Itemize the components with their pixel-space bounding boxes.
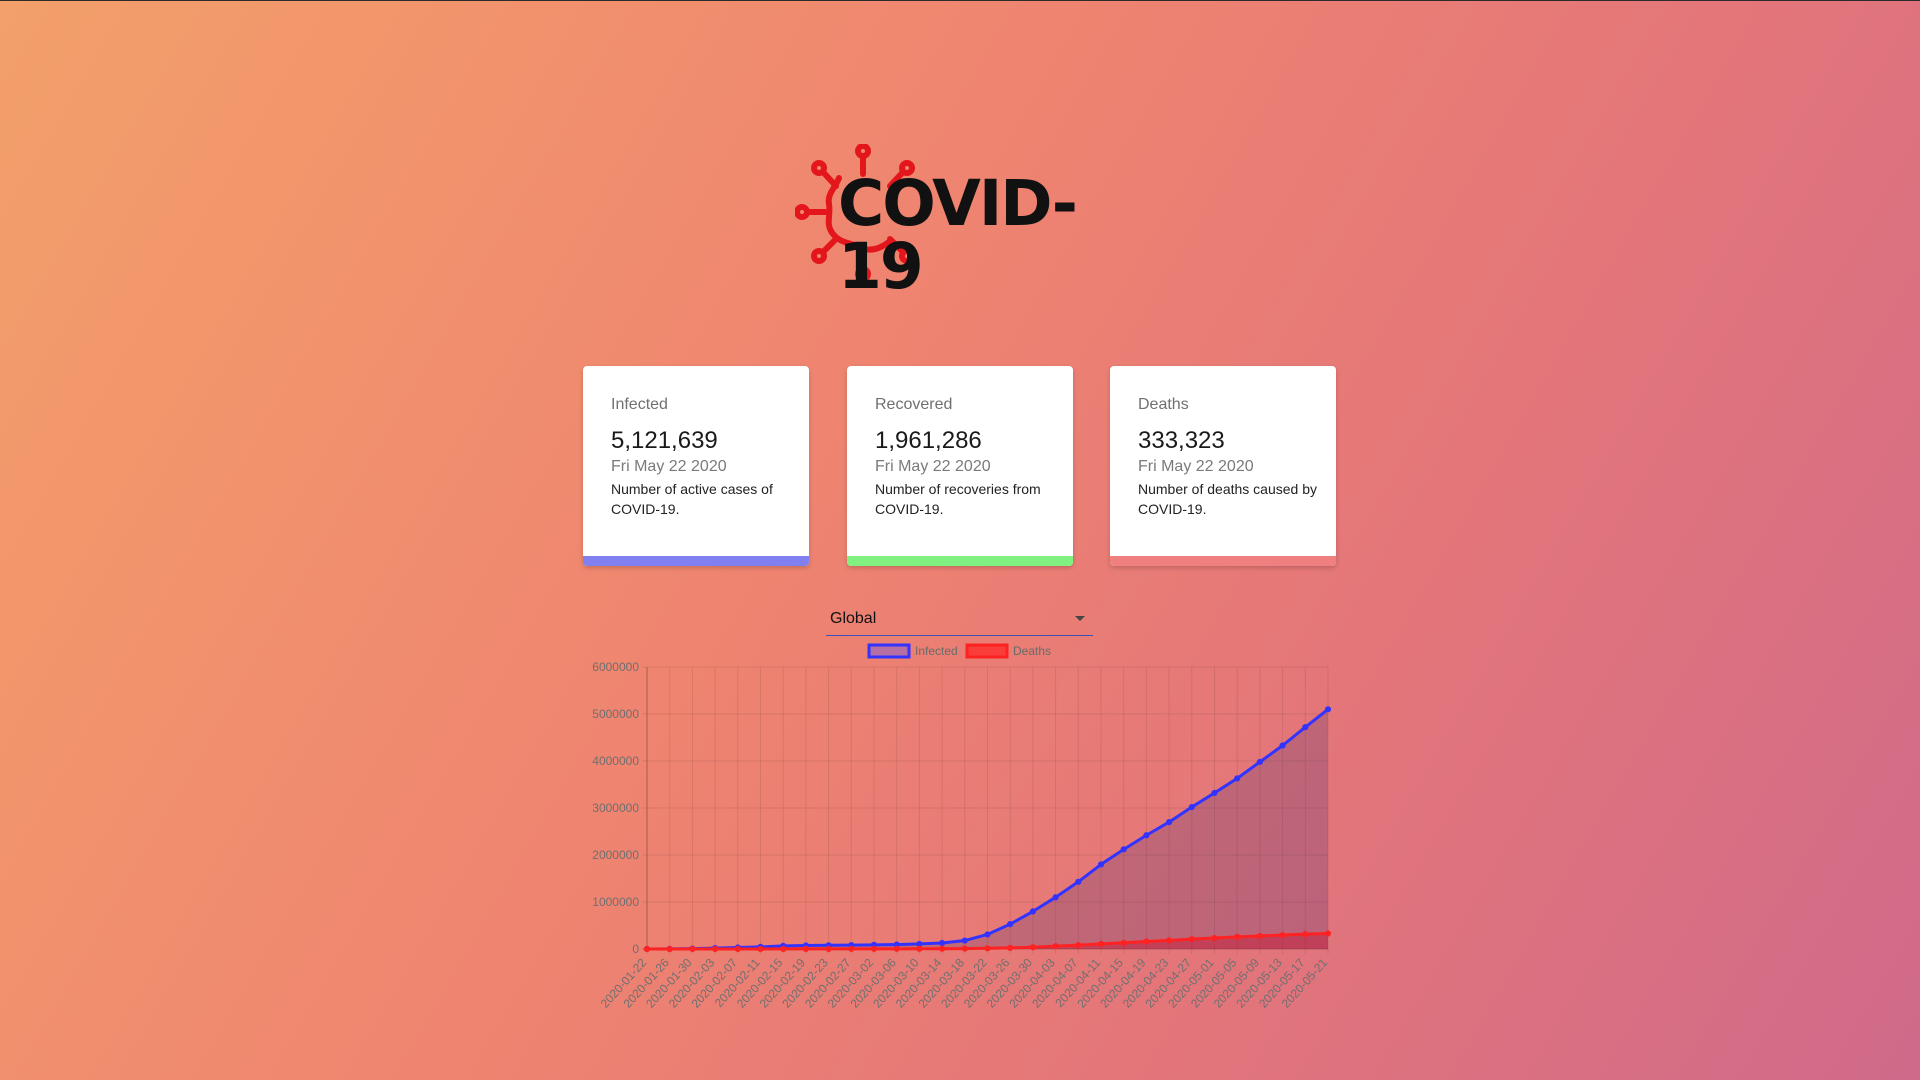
cases-chart: Infected Deaths 0 1000000 2000000 3000000 4000…: [580, 638, 1340, 1020]
y-tick-label: 5000000: [592, 707, 639, 721]
data-point-infected: [1234, 775, 1241, 782]
data-point-deaths: [1052, 943, 1059, 950]
card-value: 333,323: [1138, 427, 1225, 454]
card-value: 1,961,286: [875, 427, 982, 454]
data-point-infected: [1097, 861, 1105, 868]
data-point-deaths: [916, 945, 923, 952]
recovered-card: Recovered 1,961,286 Fri May 22 2020 Numb…: [847, 366, 1073, 566]
data-point-deaths: [1188, 936, 1195, 943]
card-description: Number of recoveries from COVID-19.: [875, 481, 1041, 517]
logo-wordmark: COVID-19: [838, 167, 1078, 303]
deaths-card: Deaths 333,323 Fri May 22 2020 Number of…: [1110, 366, 1336, 566]
card-value: 5,121,639: [611, 427, 718, 454]
data-point-deaths: [984, 945, 991, 952]
legend-swatch-deaths: [965, 643, 1009, 659]
chart-canvas: Infected Deaths 0 1000000 2000000 3000000 4000…: [592, 643, 1332, 1011]
top-border: [0, 0, 1920, 1]
data-point-infected: [1324, 706, 1332, 713]
card-title: Deaths: [1138, 396, 1189, 413]
data-point-infected: [984, 931, 991, 938]
y-tick-label: 3000000: [592, 801, 639, 815]
card-accent-bar: [1110, 556, 1336, 566]
data-point-deaths: [643, 945, 651, 953]
data-point-infected: [961, 937, 968, 944]
stats-cards: Infected 5,121,639 Fri May 22 2020 Numbe…: [583, 366, 1338, 566]
data-point-infected: [1075, 878, 1082, 885]
y-tick-label: 0: [632, 942, 639, 956]
data-point-deaths: [666, 945, 673, 953]
country-select[interactable]: Global: [826, 605, 1093, 636]
dropdown-arrow-icon[interactable]: [1075, 616, 1085, 621]
card-date: Fri May 22 2020: [875, 458, 991, 475]
data-point-infected: [1279, 742, 1286, 749]
data-point-deaths: [1302, 931, 1309, 938]
data-point-infected: [1052, 894, 1059, 901]
covid-logo: COVID-19: [795, 144, 1125, 298]
legend-label-deaths: Deaths: [1013, 644, 1051, 658]
y-tick-label: 4000000: [592, 754, 639, 768]
legend-label-infected: Infected: [915, 644, 958, 658]
country-select-value: Global: [830, 610, 877, 627]
data-point-deaths: [825, 945, 832, 952]
data-point-infected: [939, 939, 946, 947]
y-tick-label: 1000000: [592, 895, 639, 909]
data-point-deaths: [870, 945, 878, 952]
data-point-infected: [1120, 846, 1127, 853]
data-point-infected: [1029, 908, 1036, 915]
data-point-deaths: [848, 945, 855, 952]
data-point-deaths: [939, 945, 946, 952]
data-point-infected: [1166, 819, 1173, 826]
data-point-deaths: [1097, 940, 1105, 948]
card-date: Fri May 22 2020: [611, 458, 727, 475]
data-point-deaths: [734, 945, 741, 953]
data-point-deaths: [1075, 942, 1082, 949]
data-point-infected: [1302, 724, 1309, 731]
data-point-deaths: [1029, 944, 1036, 951]
infected-card: Infected 5,121,639 Fri May 22 2020 Numbe…: [583, 366, 809, 566]
data-point-deaths: [1279, 931, 1286, 939]
data-point-deaths: [1256, 932, 1264, 940]
card-description: Number of active cases of COVID-19.: [611, 481, 773, 517]
card-accent-bar: [583, 556, 809, 566]
data-point-infected: [1188, 803, 1195, 811]
data-point-deaths: [1211, 934, 1218, 942]
data-point-deaths: [1166, 937, 1173, 944]
y-tick-label: 2000000: [592, 848, 639, 862]
data-point-deaths: [1143, 938, 1150, 945]
y-tick-label: 6000000: [592, 660, 639, 674]
legend-swatch-infected: [867, 643, 911, 659]
data-point-deaths: [689, 945, 696, 953]
card-title: Recovered: [875, 396, 953, 413]
data-point-deaths: [1234, 933, 1241, 940]
data-point-deaths: [712, 945, 719, 953]
card-description: Number of deaths caused by COVID-19.: [1138, 481, 1317, 517]
data-point-deaths: [893, 945, 900, 952]
data-point-infected: [1143, 832, 1150, 839]
data-point-deaths: [802, 945, 809, 953]
data-point-deaths: [1324, 930, 1332, 937]
data-point-infected: [1007, 920, 1014, 928]
card-title: Infected: [611, 396, 668, 413]
data-point-deaths: [1120, 939, 1127, 946]
data-point-deaths: [1007, 944, 1014, 951]
data-point-infected: [1211, 789, 1218, 797]
card-date: Fri May 22 2020: [1138, 458, 1254, 475]
data-point-deaths: [757, 945, 764, 953]
data-point-deaths: [780, 945, 787, 953]
card-accent-bar: [847, 556, 1073, 566]
data-point-infected: [1256, 758, 1264, 766]
data-point-deaths: [961, 945, 968, 952]
